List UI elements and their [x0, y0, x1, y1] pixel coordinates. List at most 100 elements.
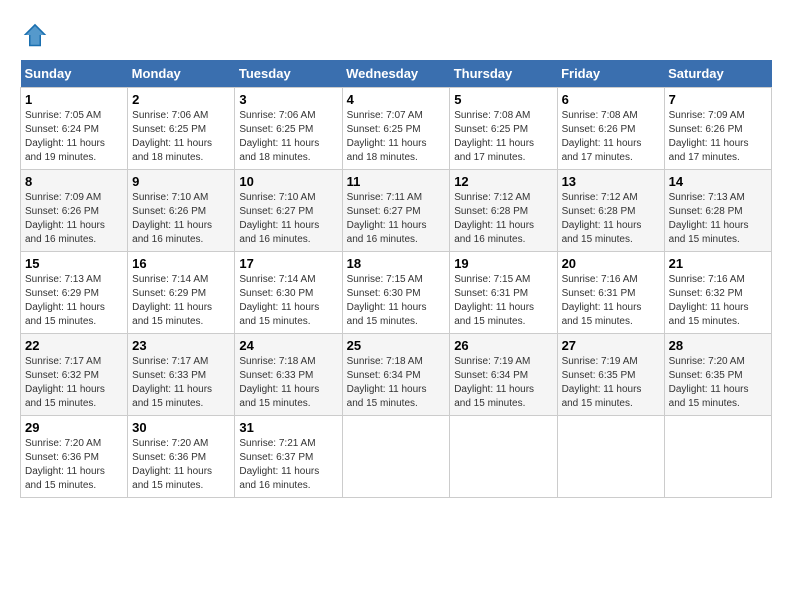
calendar-cell: 19 Sunrise: 7:15 AM Sunset: 6:31 PM Dayl…	[450, 252, 557, 334]
day-info: Sunrise: 7:13 AM Sunset: 6:28 PM Dayligh…	[669, 191, 767, 247]
day-number: 19	[454, 256, 552, 271]
day-number: 20	[562, 256, 660, 271]
weekday-header: Sunday	[21, 60, 128, 88]
day-number: 9	[132, 174, 230, 189]
calendar-cell: 3 Sunrise: 7:06 AM Sunset: 6:25 PM Dayli…	[235, 88, 342, 170]
weekday-header: Monday	[128, 60, 235, 88]
day-info: Sunrise: 7:17 AM Sunset: 6:33 PM Dayligh…	[132, 355, 230, 411]
day-info: Sunrise: 7:20 AM Sunset: 6:36 PM Dayligh…	[132, 437, 230, 493]
day-info: Sunrise: 7:08 AM Sunset: 6:26 PM Dayligh…	[562, 109, 660, 165]
day-number: 26	[454, 338, 552, 353]
day-number: 2	[132, 92, 230, 107]
day-info: Sunrise: 7:21 AM Sunset: 6:37 PM Dayligh…	[239, 437, 337, 493]
header	[20, 20, 772, 50]
calendar-cell: 21 Sunrise: 7:16 AM Sunset: 6:32 PM Dayl…	[664, 252, 771, 334]
calendar-cell: 12 Sunrise: 7:12 AM Sunset: 6:28 PM Dayl…	[450, 170, 557, 252]
day-number: 17	[239, 256, 337, 271]
day-number: 10	[239, 174, 337, 189]
calendar-cell: 28 Sunrise: 7:20 AM Sunset: 6:35 PM Dayl…	[664, 334, 771, 416]
logo-icon	[20, 20, 50, 50]
calendar-cell: 9 Sunrise: 7:10 AM Sunset: 6:26 PM Dayli…	[128, 170, 235, 252]
day-number: 16	[132, 256, 230, 271]
day-number: 12	[454, 174, 552, 189]
day-info: Sunrise: 7:08 AM Sunset: 6:25 PM Dayligh…	[454, 109, 552, 165]
day-info: Sunrise: 7:19 AM Sunset: 6:35 PM Dayligh…	[562, 355, 660, 411]
calendar-cell	[664, 416, 771, 498]
calendar-cell: 31 Sunrise: 7:21 AM Sunset: 6:37 PM Dayl…	[235, 416, 342, 498]
day-info: Sunrise: 7:13 AM Sunset: 6:29 PM Dayligh…	[25, 273, 123, 329]
calendar-cell	[557, 416, 664, 498]
calendar-cell: 30 Sunrise: 7:20 AM Sunset: 6:36 PM Dayl…	[128, 416, 235, 498]
day-number: 25	[347, 338, 446, 353]
day-info: Sunrise: 7:12 AM Sunset: 6:28 PM Dayligh…	[562, 191, 660, 247]
day-number: 7	[669, 92, 767, 107]
weekday-header: Thursday	[450, 60, 557, 88]
day-info: Sunrise: 7:10 AM Sunset: 6:26 PM Dayligh…	[132, 191, 230, 247]
calendar-header-row: SundayMondayTuesdayWednesdayThursdayFrid…	[21, 60, 772, 88]
weekday-header: Tuesday	[235, 60, 342, 88]
calendar-cell: 16 Sunrise: 7:14 AM Sunset: 6:29 PM Dayl…	[128, 252, 235, 334]
calendar-cell: 20 Sunrise: 7:16 AM Sunset: 6:31 PM Dayl…	[557, 252, 664, 334]
day-number: 1	[25, 92, 123, 107]
calendar-cell	[342, 416, 450, 498]
calendar-cell: 13 Sunrise: 7:12 AM Sunset: 6:28 PM Dayl…	[557, 170, 664, 252]
calendar-cell: 23 Sunrise: 7:17 AM Sunset: 6:33 PM Dayl…	[128, 334, 235, 416]
calendar-cell: 22 Sunrise: 7:17 AM Sunset: 6:32 PM Dayl…	[21, 334, 128, 416]
calendar-week-row: 22 Sunrise: 7:17 AM Sunset: 6:32 PM Dayl…	[21, 334, 772, 416]
day-number: 18	[347, 256, 446, 271]
day-info: Sunrise: 7:14 AM Sunset: 6:30 PM Dayligh…	[239, 273, 337, 329]
day-number: 23	[132, 338, 230, 353]
calendar-cell: 5 Sunrise: 7:08 AM Sunset: 6:25 PM Dayli…	[450, 88, 557, 170]
day-number: 27	[562, 338, 660, 353]
day-info: Sunrise: 7:06 AM Sunset: 6:25 PM Dayligh…	[132, 109, 230, 165]
calendar-cell: 15 Sunrise: 7:13 AM Sunset: 6:29 PM Dayl…	[21, 252, 128, 334]
calendar-cell: 6 Sunrise: 7:08 AM Sunset: 6:26 PM Dayli…	[557, 88, 664, 170]
day-info: Sunrise: 7:20 AM Sunset: 6:35 PM Dayligh…	[669, 355, 767, 411]
day-number: 30	[132, 420, 230, 435]
day-info: Sunrise: 7:16 AM Sunset: 6:32 PM Dayligh…	[669, 273, 767, 329]
weekday-header: Friday	[557, 60, 664, 88]
day-number: 15	[25, 256, 123, 271]
calendar-week-row: 29 Sunrise: 7:20 AM Sunset: 6:36 PM Dayl…	[21, 416, 772, 498]
day-info: Sunrise: 7:20 AM Sunset: 6:36 PM Dayligh…	[25, 437, 123, 493]
day-number: 24	[239, 338, 337, 353]
day-number: 28	[669, 338, 767, 353]
calendar-cell: 2 Sunrise: 7:06 AM Sunset: 6:25 PM Dayli…	[128, 88, 235, 170]
day-info: Sunrise: 7:15 AM Sunset: 6:30 PM Dayligh…	[347, 273, 446, 329]
calendar-cell: 7 Sunrise: 7:09 AM Sunset: 6:26 PM Dayli…	[664, 88, 771, 170]
calendar-cell: 17 Sunrise: 7:14 AM Sunset: 6:30 PM Dayl…	[235, 252, 342, 334]
calendar: SundayMondayTuesdayWednesdayThursdayFrid…	[20, 60, 772, 498]
day-info: Sunrise: 7:09 AM Sunset: 6:26 PM Dayligh…	[669, 109, 767, 165]
day-info: Sunrise: 7:07 AM Sunset: 6:25 PM Dayligh…	[347, 109, 446, 165]
calendar-week-row: 1 Sunrise: 7:05 AM Sunset: 6:24 PM Dayli…	[21, 88, 772, 170]
day-number: 4	[347, 92, 446, 107]
weekday-header: Saturday	[664, 60, 771, 88]
day-info: Sunrise: 7:19 AM Sunset: 6:34 PM Dayligh…	[454, 355, 552, 411]
calendar-cell: 26 Sunrise: 7:19 AM Sunset: 6:34 PM Dayl…	[450, 334, 557, 416]
calendar-week-row: 8 Sunrise: 7:09 AM Sunset: 6:26 PM Dayli…	[21, 170, 772, 252]
calendar-cell: 18 Sunrise: 7:15 AM Sunset: 6:30 PM Dayl…	[342, 252, 450, 334]
calendar-cell: 25 Sunrise: 7:18 AM Sunset: 6:34 PM Dayl…	[342, 334, 450, 416]
day-info: Sunrise: 7:06 AM Sunset: 6:25 PM Dayligh…	[239, 109, 337, 165]
day-info: Sunrise: 7:12 AM Sunset: 6:28 PM Dayligh…	[454, 191, 552, 247]
day-number: 8	[25, 174, 123, 189]
day-number: 13	[562, 174, 660, 189]
day-number: 29	[25, 420, 123, 435]
day-info: Sunrise: 7:10 AM Sunset: 6:27 PM Dayligh…	[239, 191, 337, 247]
day-number: 11	[347, 174, 446, 189]
day-info: Sunrise: 7:18 AM Sunset: 6:33 PM Dayligh…	[239, 355, 337, 411]
day-number: 3	[239, 92, 337, 107]
day-info: Sunrise: 7:14 AM Sunset: 6:29 PM Dayligh…	[132, 273, 230, 329]
day-info: Sunrise: 7:09 AM Sunset: 6:26 PM Dayligh…	[25, 191, 123, 247]
calendar-cell: 14 Sunrise: 7:13 AM Sunset: 6:28 PM Dayl…	[664, 170, 771, 252]
calendar-cell	[450, 416, 557, 498]
logo	[20, 20, 54, 50]
calendar-cell: 8 Sunrise: 7:09 AM Sunset: 6:26 PM Dayli…	[21, 170, 128, 252]
calendar-cell: 29 Sunrise: 7:20 AM Sunset: 6:36 PM Dayl…	[21, 416, 128, 498]
calendar-cell: 24 Sunrise: 7:18 AM Sunset: 6:33 PM Dayl…	[235, 334, 342, 416]
day-info: Sunrise: 7:16 AM Sunset: 6:31 PM Dayligh…	[562, 273, 660, 329]
weekday-header: Wednesday	[342, 60, 450, 88]
calendar-week-row: 15 Sunrise: 7:13 AM Sunset: 6:29 PM Dayl…	[21, 252, 772, 334]
day-number: 22	[25, 338, 123, 353]
calendar-cell: 4 Sunrise: 7:07 AM Sunset: 6:25 PM Dayli…	[342, 88, 450, 170]
